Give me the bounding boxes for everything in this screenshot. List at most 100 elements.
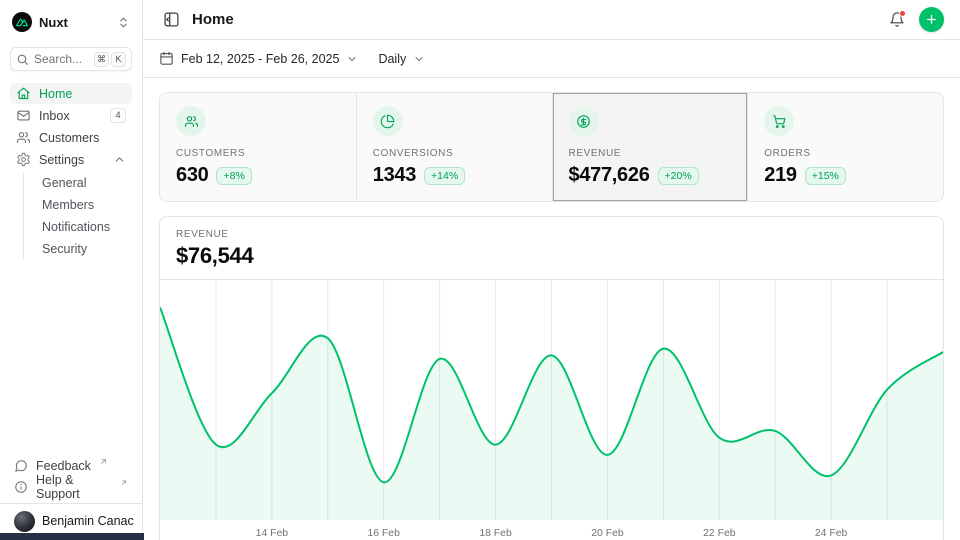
filters-toolbar: Feb 12, 2025 - Feb 26, 2025 Daily — [143, 40, 960, 78]
footer-link-label: Help & Support — [36, 473, 112, 501]
stat-delta-badge: +15% — [805, 167, 846, 185]
date-range-picker[interactable]: Feb 12, 2025 - Feb 26, 2025 — [159, 51, 358, 66]
chart-svg: 14 Feb16 Feb18 Feb20 Feb22 Feb24 Feb — [160, 280, 943, 540]
gear-icon — [16, 152, 31, 167]
stat-value-row: 219 +15% — [764, 164, 927, 187]
dollar-icon — [569, 106, 599, 136]
chevron-down-icon — [346, 53, 358, 65]
search-box[interactable]: ⌘K — [10, 47, 132, 71]
users-icon — [16, 130, 31, 145]
header-actions — [885, 7, 944, 32]
period-label: Daily — [378, 52, 406, 66]
stat-value: 219 — [764, 164, 796, 187]
kbd-key: K — [111, 52, 126, 67]
chart-header: REVENUE $76,544 — [160, 217, 943, 280]
search-shortcut: ⌘K — [94, 52, 126, 67]
pie-icon — [373, 106, 403, 136]
sidebar-item-customers[interactable]: Customers — [10, 127, 132, 148]
sidebar: Nuxt ⌘K Home Inbox 4 Customers Settings Gener… — [0, 0, 143, 540]
message-icon — [14, 459, 28, 473]
sidebar-item-label: Customers — [39, 131, 99, 145]
nuxt-logo-icon — [12, 12, 32, 32]
sidebar-subitem-security[interactable]: Security — [42, 238, 132, 259]
date-range-label: Feb 12, 2025 - Feb 26, 2025 — [181, 52, 339, 66]
external-link-icon — [120, 478, 128, 487]
dashboard-content: CUSTOMERS 630 +8% CONVERSIONS 1343 +14% REVENU… — [143, 78, 960, 540]
horizontal-scrollbar-thumb[interactable] — [0, 533, 144, 540]
sidebar-spacer — [10, 262, 132, 455]
plus-icon — [925, 13, 938, 26]
stat-delta-badge: +20% — [658, 167, 699, 185]
user-name: Benjamin Canac — [42, 514, 134, 528]
chart-title: REVENUE — [176, 229, 927, 240]
add-button[interactable] — [919, 7, 944, 32]
sidebar-nav: Home Inbox 4 Customers Settings General Member… — [10, 83, 132, 262]
sidebar-item-settings[interactable]: Settings — [10, 149, 132, 170]
stat-label: ORDERS — [764, 148, 927, 159]
chevron-up-icon — [113, 153, 126, 166]
avatar — [14, 511, 35, 532]
sidebar-item-label: Inbox — [39, 109, 70, 123]
footer-link-label: Feedback — [36, 459, 91, 473]
sidebar-subnav: General Members Notifications Security — [23, 172, 132, 259]
sidebar-subitem-notifications[interactable]: Notifications — [42, 216, 132, 237]
search-input[interactable] — [34, 52, 89, 66]
sidebar-footer-links: Feedback Help & Support — [10, 455, 132, 497]
stat-delta-badge: +14% — [424, 167, 465, 185]
horizontal-scrollbar-track[interactable] — [0, 533, 960, 540]
stat-label: CUSTOMERS — [176, 148, 340, 159]
sidebar-subitem-label: Security — [42, 242, 87, 256]
stat-label: CONVERSIONS — [373, 148, 536, 159]
notifications-button[interactable] — [885, 8, 909, 32]
stat-label: REVENUE — [569, 148, 732, 159]
footer-link-help-support[interactable]: Help & Support — [10, 476, 132, 497]
main-area: Home Feb 12, 2 — [143, 0, 960, 540]
sidebar-subitem-label: General — [42, 176, 86, 190]
stats-row: CUSTOMERS 630 +8% CONVERSIONS 1343 +14% REVENU… — [159, 92, 944, 202]
stat-value: 630 — [176, 164, 208, 187]
stat-card-conversions[interactable]: CONVERSIONS 1343 +14% — [356, 93, 552, 201]
sidebar-subitem-label: Notifications — [42, 220, 110, 234]
chevron-updown-icon — [117, 16, 130, 29]
cart-icon — [764, 106, 794, 136]
sidebar-item-label: Home — [39, 87, 72, 101]
home-icon — [16, 86, 31, 101]
revenue-chart-card: REVENUE $76,544 14 Feb16 Feb18 Feb20 Feb… — [159, 216, 944, 540]
external-link-icon — [99, 457, 108, 466]
sidebar-subitem-label: Members — [42, 198, 94, 212]
top-header: Home — [143, 0, 960, 40]
stat-value-row: 630 +8% — [176, 164, 340, 187]
panel-left-close-icon — [163, 11, 180, 28]
kbd-key: ⌘ — [94, 52, 109, 67]
stat-delta-badge: +8% — [216, 167, 251, 185]
stat-value: $477,626 — [569, 164, 650, 187]
search-icon — [16, 53, 29, 66]
sidebar-item-label: Settings — [39, 153, 84, 167]
app-root: Nuxt ⌘K Home Inbox 4 Customers Settings Gener… — [0, 0, 960, 540]
stat-value-row: $477,626 +20% — [569, 164, 732, 187]
stat-value: 1343 — [373, 164, 416, 187]
users-icon — [176, 106, 206, 136]
period-select[interactable]: Daily — [378, 52, 425, 66]
notification-dot — [899, 10, 906, 17]
info-icon — [14, 480, 28, 494]
stat-card-revenue[interactable]: REVENUE $477,626 +20% — [552, 93, 748, 201]
page-title: Home — [192, 11, 234, 28]
workspace-name: Nuxt — [39, 15, 110, 30]
chevron-down-icon — [413, 53, 425, 65]
sidebar-subitem-general[interactable]: General — [42, 172, 132, 193]
stat-card-customers[interactable]: CUSTOMERS 630 +8% — [160, 93, 356, 201]
inbox-count-badge: 4 — [110, 108, 126, 123]
sidebar-item-inbox[interactable]: Inbox 4 — [10, 105, 132, 126]
chart-total-value: $76,544 — [176, 243, 927, 269]
stat-card-orders[interactable]: ORDERS 219 +15% — [747, 93, 943, 201]
sidebar-collapse-button[interactable] — [159, 8, 183, 32]
workspace-switcher[interactable]: Nuxt — [12, 10, 130, 34]
user-menu[interactable]: Benjamin Canac — [10, 504, 132, 536]
sidebar-item-home[interactable]: Home — [10, 83, 132, 104]
stat-value-row: 1343 +14% — [373, 164, 536, 187]
inbox-icon — [16, 108, 31, 123]
calendar-icon — [159, 51, 174, 66]
revenue-area-chart[interactable]: 14 Feb16 Feb18 Feb20 Feb22 Feb24 Feb — [160, 280, 943, 540]
sidebar-subitem-members[interactable]: Members — [42, 194, 132, 215]
